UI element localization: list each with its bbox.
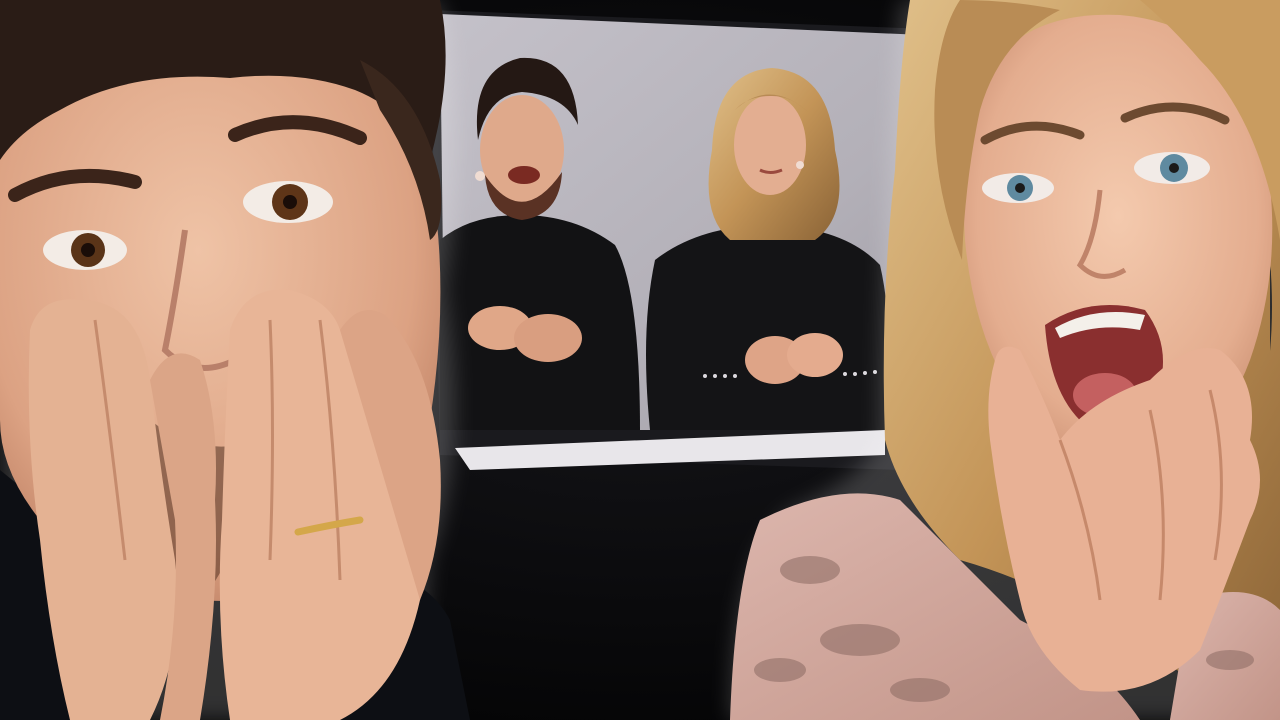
video-screen: [430, 10, 955, 470]
thumbnail-scene: [0, 0, 1280, 720]
left-man: [0, 0, 470, 720]
reaction-thumbnail: [0, 0, 1280, 720]
left-man-hands: [28, 289, 441, 720]
